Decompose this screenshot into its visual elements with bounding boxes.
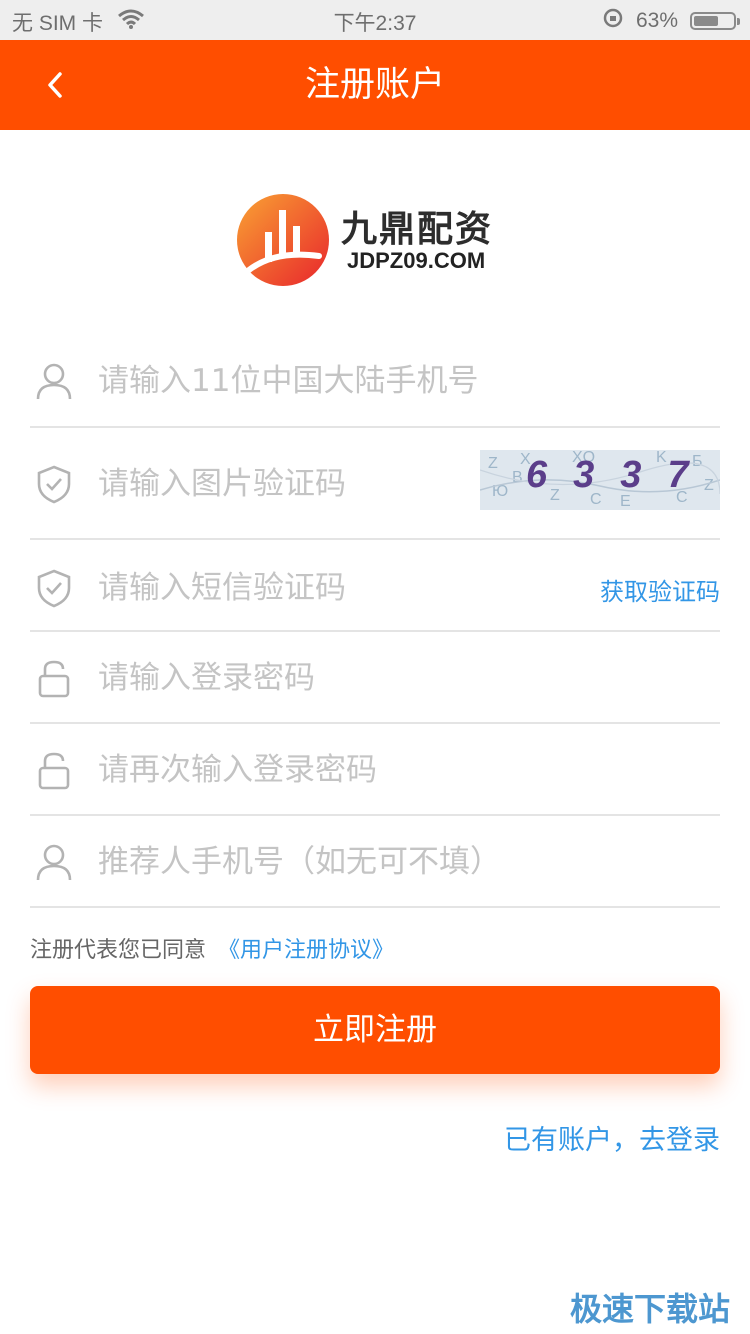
phone-row <box>30 335 720 428</box>
go-login-link[interactable]: 已有账户，去登录 <box>504 1118 720 1157</box>
logo-name: 九鼎配资 <box>341 208 494 250</box>
svg-text:B: B <box>512 469 523 486</box>
logo-emblem-icon <box>237 194 329 286</box>
app-logo: 九鼎配资 JDPZ09.COM <box>235 192 515 292</box>
captcha-code: 6337 <box>526 454 715 496</box>
sms-row: 获取验证码 <box>30 540 720 632</box>
password-input[interactable] <box>98 657 570 699</box>
user-icon <box>36 363 72 400</box>
battery-icon <box>690 12 740 30</box>
shield-check-icon <box>37 569 71 608</box>
register-button[interactable]: 立即注册 <box>30 986 720 1074</box>
orientation-lock-icon <box>602 7 624 35</box>
logo-domain: JDPZ09.COM <box>347 248 486 273</box>
agreement-prefix: 注册代表您已同意 <box>30 938 207 963</box>
nav-bar: 注册账户 <box>0 40 750 130</box>
password-row <box>30 632 720 724</box>
shield-check-icon <box>37 465 71 504</box>
password-confirm-input[interactable] <box>98 749 570 791</box>
captcha-row: ZXXO KБЮ ZCE CZB 6337 <box>30 428 721 540</box>
status-bar: 无 SIM 卡 下午2:37 63% <box>0 0 750 40</box>
referrer-phone-input[interactable] <box>98 841 720 883</box>
captcha-image[interactable]: Z X XO KБЮ ZCE CZB 6337 <box>479 449 721 510</box>
svg-text:Z: Z <box>488 455 498 472</box>
phone-input[interactable] <box>98 360 570 402</box>
battery-percent: 63% <box>635 9 678 32</box>
agreement-text: 注册代表您已同意 《用户注册协议》 <box>30 932 394 964</box>
get-sms-code-button[interactable]: 获取验证码 <box>600 572 720 607</box>
user-icon <box>36 844 72 881</box>
sms-code-input[interactable] <box>98 567 570 609</box>
password-confirm-row <box>30 724 720 816</box>
register-form: ZXXO KБЮ ZCE CZB 6337 获取验证码 <box>30 335 721 908</box>
watermark: 极速下载站 <box>569 1290 730 1328</box>
page-title: 注册账户 <box>304 65 445 105</box>
user-agreement-link[interactable]: 《用户注册协议》 <box>218 938 394 963</box>
referrer-row <box>30 816 720 908</box>
lock-icon <box>38 752 70 790</box>
lock-icon <box>38 660 70 698</box>
